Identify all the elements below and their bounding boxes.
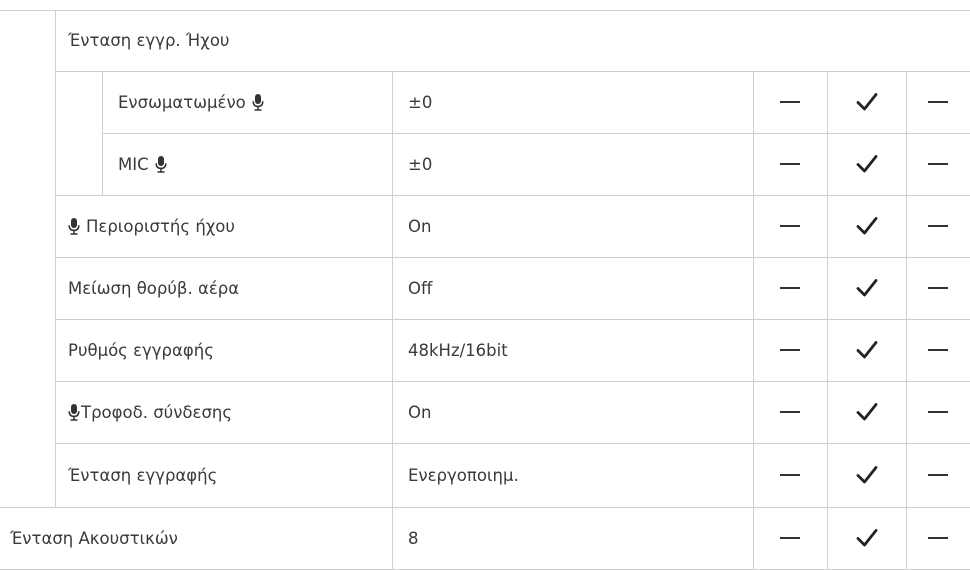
table-border — [102, 71, 103, 195]
setting-label: Ρυθμός εγγραφής — [68, 319, 214, 381]
dash-icon — [906, 195, 970, 257]
setting-value-text: 48kHz/16bit — [408, 340, 508, 360]
checkmark-icon — [827, 133, 906, 195]
dash-icon — [753, 257, 827, 319]
dash-icon — [753, 319, 827, 381]
dash-icon — [753, 443, 827, 507]
setting-value-text: 8 — [408, 528, 419, 548]
setting-value: 48kHz/16bit — [408, 319, 508, 381]
setting-value-text: Ενεργοποιημ. — [408, 465, 519, 485]
setting-label: Περιοριστής ήχου — [68, 195, 235, 257]
setting-label-text: Μείωση θορύβ. αέρα — [68, 278, 240, 298]
section-header: Ένταση εγγρ. Ήχου — [68, 10, 229, 71]
checkmark-icon — [827, 443, 906, 507]
checkmark-icon — [827, 71, 906, 133]
checkmark-icon — [827, 257, 906, 319]
dash-icon — [906, 133, 970, 195]
setting-value-text: Off — [408, 278, 433, 298]
dash-icon — [753, 71, 827, 133]
dash-icon — [906, 71, 970, 133]
dash-icon — [906, 507, 970, 569]
dash-icon — [906, 381, 970, 443]
checkmark-icon — [827, 195, 906, 257]
setting-label-text: Ένταση εγγραφής — [68, 465, 218, 485]
checkmark-icon — [827, 319, 906, 381]
setting-label: Ένταση εγγραφής — [68, 443, 217, 507]
setting-value-text: On — [408, 216, 432, 236]
setting-value: On — [408, 381, 431, 443]
setting-label: Μείωση θορύβ. αέρα — [68, 257, 239, 319]
dash-icon — [753, 507, 827, 569]
setting-label: Ενσωματωμένο — [118, 71, 264, 133]
setting-label-text: Ένταση Ακουστικών — [10, 528, 178, 548]
setting-value-text: ±0 — [408, 154, 433, 174]
checkmark-icon — [827, 381, 906, 443]
setting-label-text: Ενσωματωμένο — [118, 92, 246, 112]
setting-value: Off — [408, 257, 432, 319]
dash-icon — [906, 443, 970, 507]
setting-value-text: On — [408, 402, 432, 422]
table-border — [392, 71, 393, 570]
checkmark-icon — [827, 507, 906, 569]
mic-icon — [155, 155, 167, 173]
setting-label-text: Περιοριστής ήχου — [86, 216, 235, 236]
setting-label: MIC — [118, 133, 167, 195]
dash-icon — [753, 381, 827, 443]
dash-icon — [906, 319, 970, 381]
setting-label-text: Τροφοδ. σύνδεσης — [81, 402, 233, 422]
table-border — [55, 10, 56, 507]
setting-value: Ενεργοποιημ. — [408, 443, 519, 507]
setting-value: ±0 — [408, 71, 432, 133]
setting-value: 8 — [408, 507, 419, 569]
section-header-label: Ένταση εγγρ. Ήχου — [68, 31, 230, 50]
mic-icon — [68, 217, 80, 235]
setting-value: On — [408, 195, 431, 257]
setting-label: Ένταση Ακουστικών — [10, 507, 178, 569]
dash-icon — [753, 133, 827, 195]
setting-label: Τροφοδ. σύνδεσης — [68, 381, 232, 443]
mic-icon — [252, 93, 264, 111]
setting-value-text: ±0 — [408, 92, 433, 112]
dash-icon — [753, 195, 827, 257]
mic-icon — [68, 403, 80, 421]
dash-icon — [906, 257, 970, 319]
setting-label-text: Ρυθμός εγγραφής — [68, 340, 214, 360]
setting-label-text: MIC — [118, 154, 149, 174]
setting-value: ±0 — [408, 133, 432, 195]
